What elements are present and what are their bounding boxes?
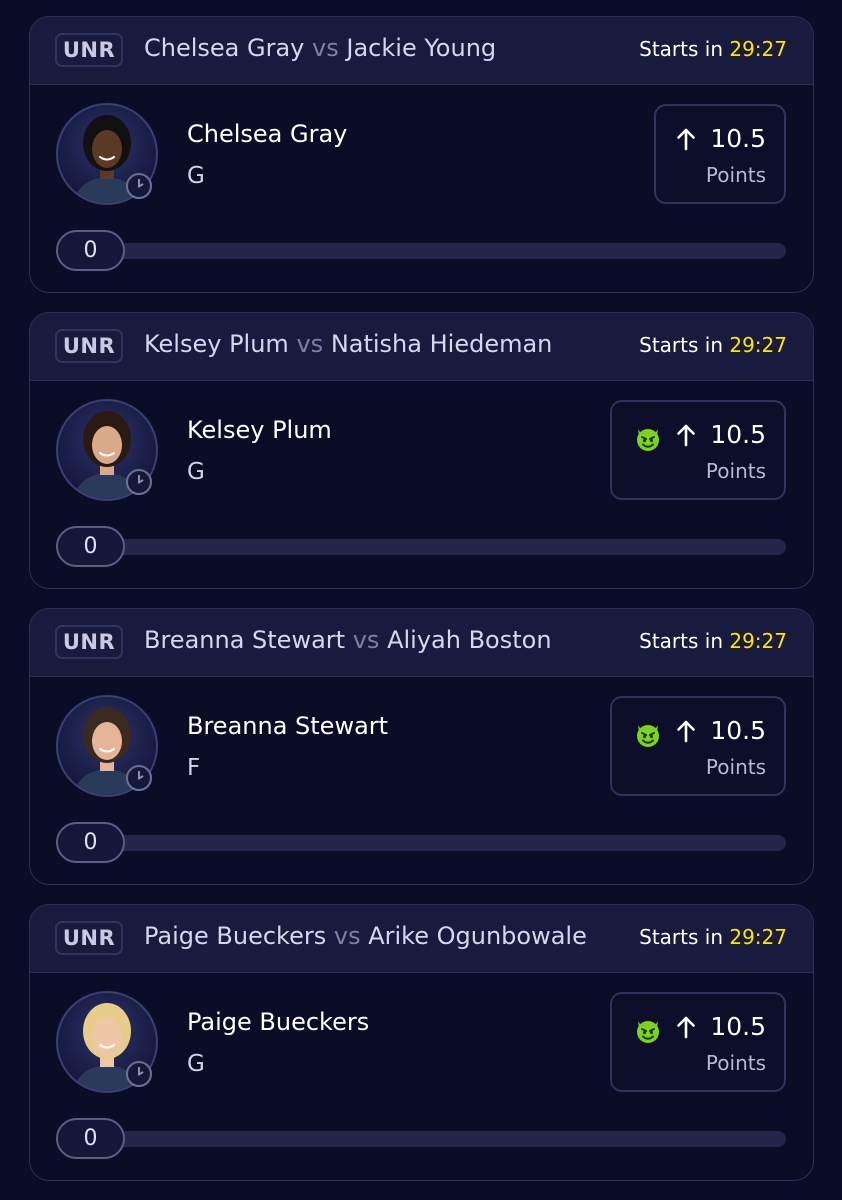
matchup-player-a: Breanna Stewart xyxy=(144,626,346,654)
matchup-player-b: Aliyah Boston xyxy=(387,626,552,654)
progress-value: 0 xyxy=(56,822,125,863)
start-time: Starts in 29:27 xyxy=(639,37,787,61)
countdown-timer: 29:27 xyxy=(729,629,787,653)
prop-line: 10.5 xyxy=(674,124,766,153)
prop-line: 10.5 xyxy=(674,716,766,745)
prop-line-value: 10.5 xyxy=(710,716,766,745)
arrow-up-icon xyxy=(674,719,698,743)
starts-label: Starts in xyxy=(639,925,723,949)
progress-value: 0 xyxy=(56,526,125,567)
prop-card[interactable]: UNR Kelsey Plum vs Natisha Hiedeman Starts… xyxy=(29,312,814,589)
league-badge: UNR xyxy=(55,921,123,955)
prop-line-button[interactable]: 10.5 Points xyxy=(610,992,786,1092)
player-position: G xyxy=(187,1051,205,1077)
matchup-vs: vs xyxy=(352,626,380,654)
card-header: UNR Breanna Stewart vs Aliyah Boston Start… xyxy=(30,609,813,677)
matchup-player-a: Paige Bueckers xyxy=(144,922,327,950)
prop-card-list: UNR Chelsea Gray vs Jackie Young Starts in… xyxy=(0,0,842,1200)
matchup-title[interactable]: Paige Bueckers vs Arike Ogunbowale xyxy=(144,922,587,950)
prop-line-button[interactable]: 10.5 Points xyxy=(654,104,786,204)
player-name: Kelsey Plum xyxy=(187,416,332,444)
prop-line-value: 10.5 xyxy=(710,124,766,153)
starts-label: Starts in xyxy=(639,629,723,653)
demon-icon xyxy=(632,422,664,454)
demon-icon xyxy=(632,718,664,750)
player-position: G xyxy=(187,163,205,189)
arrow-up-icon xyxy=(674,1015,698,1039)
player-position: F xyxy=(187,755,201,781)
matchup-vs: vs xyxy=(333,922,361,950)
progress-track xyxy=(56,243,786,259)
start-time: Starts in 29:27 xyxy=(639,925,787,949)
matchup-title[interactable]: Kelsey Plum vs Natisha Hiedeman xyxy=(144,330,552,358)
progress-track xyxy=(56,835,786,851)
league-badge: UNR xyxy=(55,33,123,67)
progress-track xyxy=(56,1131,786,1147)
prop-card[interactable]: UNR Breanna Stewart vs Aliyah Boston Start… xyxy=(29,608,814,885)
prop-card[interactable]: UNR Paige Bueckers vs Arike Ogunbowale Sta… xyxy=(29,904,814,1181)
card-header: UNR Paige Bueckers vs Arike Ogunbowale Sta… xyxy=(30,905,813,973)
player-position: G xyxy=(187,459,205,485)
start-time: Starts in 29:27 xyxy=(639,333,787,357)
countdown-timer: 29:27 xyxy=(729,925,787,949)
league-badge: UNR xyxy=(55,329,123,363)
prop-card[interactable]: UNR Chelsea Gray vs Jackie Young Starts in… xyxy=(29,16,814,293)
clock-icon xyxy=(126,765,152,791)
prop-stat-label: Points xyxy=(705,163,766,187)
clock-icon xyxy=(126,173,152,199)
prop-line-button[interactable]: 10.5 Points xyxy=(610,696,786,796)
prop-line-value: 10.5 xyxy=(710,420,766,449)
countdown-timer: 29:27 xyxy=(729,333,787,357)
prop-line-value: 10.5 xyxy=(710,1012,766,1041)
matchup-player-b: Jackie Young xyxy=(346,34,497,62)
matchup-player-a: Kelsey Plum xyxy=(144,330,289,358)
starts-label: Starts in xyxy=(639,37,723,61)
prop-line: 10.5 xyxy=(674,420,766,449)
countdown-timer: 29:27 xyxy=(729,37,787,61)
matchup-vs: vs xyxy=(296,330,324,358)
matchup-title[interactable]: Chelsea Gray vs Jackie Young xyxy=(144,34,496,62)
arrow-up-icon xyxy=(674,423,698,447)
arrow-up-icon xyxy=(674,127,698,151)
player-name: Chelsea Gray xyxy=(187,120,348,148)
prop-stat-label: Points xyxy=(705,755,766,779)
matchup-player-a: Chelsea Gray xyxy=(144,34,305,62)
prop-line-button[interactable]: 10.5 Points xyxy=(610,400,786,500)
start-time: Starts in 29:27 xyxy=(639,629,787,653)
prop-stat-label: Points xyxy=(705,459,766,483)
matchup-player-b: Arike Ogunbowale xyxy=(368,922,587,950)
prop-stat-label: Points xyxy=(705,1051,766,1075)
clock-icon xyxy=(126,1061,152,1087)
progress-value: 0 xyxy=(56,230,125,271)
progress-track xyxy=(56,539,786,555)
prop-line: 10.5 xyxy=(674,1012,766,1041)
player-name: Paige Bueckers xyxy=(187,1008,370,1036)
progress-value: 0 xyxy=(56,1118,125,1159)
clock-icon xyxy=(126,469,152,495)
starts-label: Starts in xyxy=(639,333,723,357)
league-badge: UNR xyxy=(55,625,123,659)
matchup-vs: vs xyxy=(312,34,339,62)
matchup-title[interactable]: Breanna Stewart vs Aliyah Boston xyxy=(144,626,552,654)
matchup-player-b: Natisha Hiedeman xyxy=(330,330,553,358)
card-header: UNR Chelsea Gray vs Jackie Young Starts in… xyxy=(30,17,813,85)
demon-icon xyxy=(632,1014,664,1046)
card-header: UNR Kelsey Plum vs Natisha Hiedeman Starts… xyxy=(30,313,813,381)
player-name: Breanna Stewart xyxy=(187,712,389,740)
